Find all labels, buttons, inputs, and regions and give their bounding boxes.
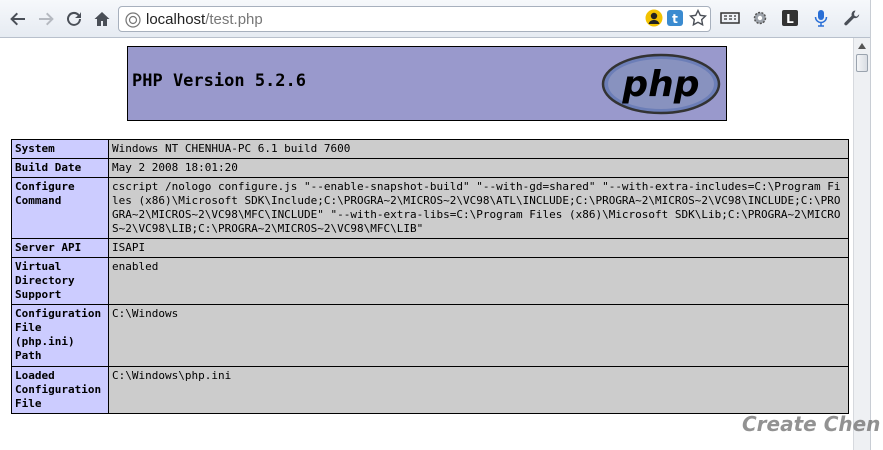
address-bar[interactable]: localhost/test.php: [118, 6, 711, 32]
table-row: Loaded Configuration File C:\Windows\php…: [11, 366, 849, 414]
table-row: Virtual Directory Support enabled: [11, 257, 849, 305]
row-label: Build Date: [11, 158, 109, 178]
row-value: enabled: [108, 257, 849, 305]
table-row: Server API ISAPI: [11, 238, 849, 258]
window-frame: [870, 0, 883, 450]
table-row: System Windows NT CHENHUA-PC 6.1 build 7…: [11, 139, 849, 159]
t-extension-icon[interactable]: t: [666, 9, 684, 27]
svg-text:t: t: [672, 12, 678, 26]
page-title: PHP Version 5.2.6: [132, 71, 306, 91]
user-extension-icon[interactable]: [645, 9, 663, 27]
browser-toolbar: localhost/test.php t L: [0, 0, 883, 38]
reload-icon[interactable]: [63, 8, 85, 30]
row-value: cscript /nologo configure.js "--enable-s…: [108, 177, 849, 239]
row-label: Server API: [11, 238, 109, 258]
svg-text:php: php: [621, 64, 699, 105]
table-row: Configure Command cscript /nologo config…: [11, 177, 849, 239]
star-icon[interactable]: [688, 8, 708, 27]
row-label: System: [11, 139, 109, 159]
page-icon: [125, 12, 141, 28]
scroll-up-arrow-icon[interactable]: [854, 38, 870, 53]
php-info-table: System Windows NT CHENHUA-PC 6.1 build 7…: [11, 139, 849, 414]
vertical-scrollbar[interactable]: [853, 38, 870, 450]
back-icon[interactable]: [7, 8, 29, 30]
row-value: ISAPI: [108, 238, 849, 258]
row-value: C:\Windows\php.ini: [108, 366, 849, 414]
scrollbar-thumb[interactable]: [856, 54, 868, 72]
table-row: Configuration File (php.ini) Path C:\Win…: [11, 304, 849, 367]
url-text: localhost/test.php: [146, 11, 263, 28]
row-value: Windows NT CHENHUA-PC 6.1 build 7600: [108, 139, 849, 159]
reader-icon[interactable]: [720, 9, 740, 27]
table-row: Build Date May 2 2008 18:01:20: [11, 158, 849, 178]
watermark: Create Chen: [742, 412, 881, 436]
page-content: PHP Version 5.2.6 php System Windows NT …: [0, 39, 853, 450]
wrench-icon[interactable]: [843, 9, 861, 27]
php-logo: php: [601, 53, 721, 115]
row-label: Configuration File (php.ini) Path: [11, 304, 109, 367]
gear-icon[interactable]: [751, 9, 769, 27]
svg-text:L: L: [786, 12, 794, 26]
php-version-header: PHP Version 5.2.6 php: [127, 46, 727, 121]
microphone-icon[interactable]: [812, 9, 830, 27]
row-value: C:\Windows: [108, 304, 849, 367]
l-extension-icon[interactable]: L: [781, 9, 799, 27]
row-label: Configure Command: [11, 177, 109, 239]
row-label: Loaded Configuration File: [11, 366, 109, 414]
row-value: May 2 2008 18:01:20: [108, 158, 849, 178]
row-label: Virtual Directory Support: [11, 257, 109, 305]
forward-icon[interactable]: [35, 8, 57, 30]
home-icon[interactable]: [91, 8, 113, 30]
